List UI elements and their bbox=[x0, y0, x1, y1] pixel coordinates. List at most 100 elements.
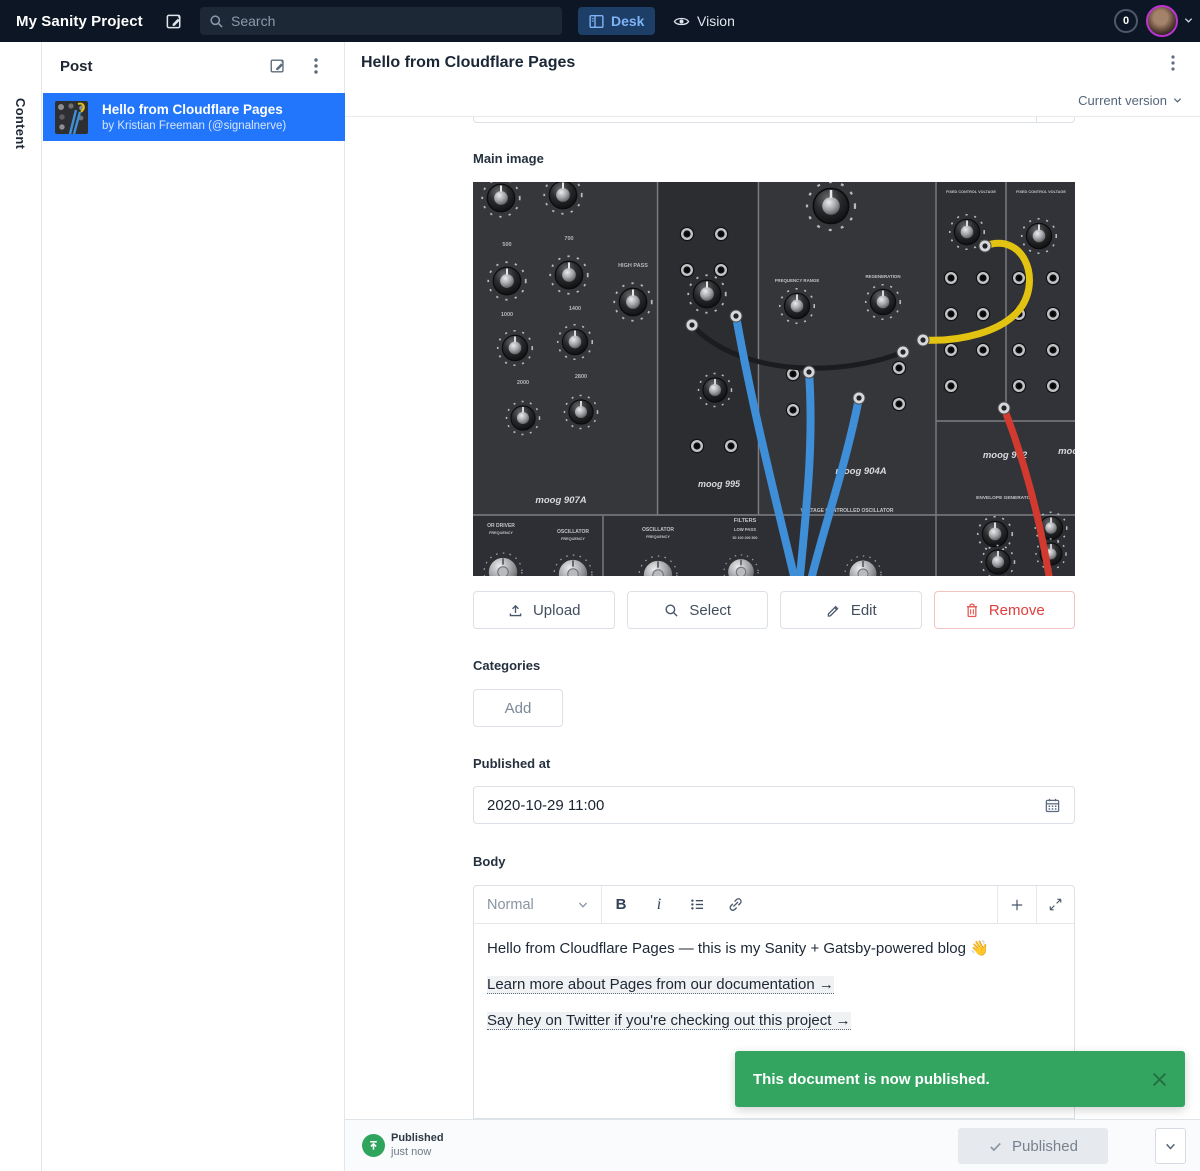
slug-field-partial[interactable] bbox=[473, 117, 1075, 123]
chevron-down-icon bbox=[1173, 96, 1182, 105]
sanity-studio-app: My Sanity Project Desk Vision 0 bbox=[0, 0, 1200, 1171]
list-item-title: Hello from Cloudflare Pages bbox=[102, 102, 286, 117]
svg-text:FREQUENCY RANGE: FREQUENCY RANGE bbox=[775, 278, 820, 283]
document-list-pane: Post Hello from Cloudflare Pages by Kris… bbox=[43, 42, 345, 1171]
link-button[interactable] bbox=[716, 886, 754, 923]
svg-text:ENVELOPE GENERATOR: ENVELOPE GENERATOR bbox=[976, 495, 1034, 501]
kebab-menu-icon[interactable] bbox=[1162, 52, 1184, 74]
search-icon bbox=[209, 14, 224, 29]
list-pane-header: Post bbox=[43, 42, 344, 90]
close-icon[interactable] bbox=[1152, 1072, 1167, 1087]
svg-text:2800: 2800 bbox=[575, 374, 587, 380]
global-search bbox=[200, 7, 562, 35]
success-toast: This document is now published. bbox=[735, 1051, 1185, 1107]
document-title: Hello from Cloudflare Pages bbox=[361, 54, 575, 72]
svg-text:FILTERS: FILTERS bbox=[734, 518, 757, 524]
chevron-down-icon[interactable] bbox=[1184, 16, 1193, 25]
body-paragraph: Say hey on Twitter if you're checking ou… bbox=[487, 1009, 1061, 1032]
add-category-button[interactable]: Add bbox=[473, 689, 563, 727]
field-label-main-image: Main image bbox=[473, 151, 544, 166]
kebab-menu-icon[interactable] bbox=[305, 55, 327, 77]
svg-text:OSCILLATOR: OSCILLATOR bbox=[557, 529, 589, 535]
field-label-categories: Categories bbox=[473, 658, 540, 673]
calendar-icon[interactable] bbox=[1044, 797, 1061, 814]
field-label-published-at: Published at bbox=[473, 756, 550, 771]
published-at-input[interactable] bbox=[487, 797, 1044, 814]
svg-text:700: 700 bbox=[564, 236, 573, 242]
body-paragraph: Learn more about Pages from our document… bbox=[487, 973, 1061, 996]
image-actions: Upload Select Edit bbox=[473, 591, 1075, 629]
svg-text:moog: moog bbox=[1058, 446, 1075, 457]
bullet-list-icon bbox=[689, 896, 706, 913]
search-icon bbox=[663, 602, 680, 619]
top-navbar: My Sanity Project Desk Vision 0 bbox=[0, 0, 1200, 42]
body-link[interactable]: Say hey on Twitter if you're checking ou… bbox=[487, 1012, 851, 1030]
version-label: Current version bbox=[1078, 93, 1167, 108]
svg-text:FIXED CONTROL VOLTAGE: FIXED CONTROL VOLTAGE bbox=[1016, 190, 1066, 194]
svg-text:FREQUENCY: FREQUENCY bbox=[646, 535, 670, 539]
tab-desk[interactable]: Desk bbox=[578, 7, 655, 35]
publish-status-icon bbox=[362, 1134, 385, 1157]
publish-menu-button[interactable] bbox=[1155, 1128, 1186, 1164]
notifications-badge[interactable]: 0 bbox=[1114, 9, 1138, 33]
italic-button[interactable]: i bbox=[640, 886, 678, 923]
bold-button[interactable]: B bbox=[602, 886, 640, 923]
list-item-subtitle: by Kristian Freeman (@signalnerve) bbox=[102, 120, 286, 132]
main-image-preview[interactable]: 50070010001400 20002800HIGH PASS moog 90… bbox=[473, 182, 1075, 576]
create-new-button[interactable] bbox=[267, 55, 289, 77]
text-style-select[interactable]: Normal bbox=[474, 886, 602, 923]
document-header: Hello from Cloudflare Pages bbox=[345, 42, 1200, 84]
expand-icon[interactable] bbox=[1036, 886, 1074, 923]
tab-vision[interactable]: Vision bbox=[662, 7, 746, 35]
list-item-thumbnail bbox=[55, 101, 88, 134]
chevron-down-icon bbox=[578, 900, 588, 910]
svg-text:50 100 200 500: 50 100 200 500 bbox=[733, 536, 758, 540]
editor-toolbar: Normal B i bbox=[474, 886, 1074, 924]
chevron-down-icon bbox=[1165, 1141, 1176, 1152]
desk-tab-label: Desk bbox=[611, 13, 644, 29]
eye-icon bbox=[673, 13, 690, 30]
editor-content[interactable]: Hello from Cloudflare Pages — this is my… bbox=[474, 924, 1074, 1058]
document-pane: Hello from Cloudflare Pages Current vers… bbox=[345, 42, 1200, 1171]
svg-text:HIGH PASS: HIGH PASS bbox=[618, 263, 648, 269]
list-item[interactable]: Hello from Cloudflare Pages by Kristian … bbox=[43, 93, 345, 141]
svg-text:1000: 1000 bbox=[501, 312, 513, 318]
tool-rail: Content bbox=[0, 42, 42, 1171]
status-title: Published bbox=[391, 1132, 444, 1144]
field-label-body: Body bbox=[473, 854, 506, 869]
upload-icon bbox=[507, 602, 524, 619]
svg-text:moog 995: moog 995 bbox=[698, 479, 741, 489]
svg-text:FREQUENCY: FREQUENCY bbox=[561, 537, 585, 541]
body-link[interactable]: Learn more about Pages from our document… bbox=[487, 976, 834, 994]
plus-icon bbox=[1009, 897, 1025, 913]
upload-button[interactable]: Upload bbox=[473, 591, 615, 629]
pencil-icon bbox=[825, 602, 842, 619]
edit-button[interactable]: Edit bbox=[780, 591, 922, 629]
published-at-field bbox=[473, 786, 1075, 824]
link-icon bbox=[727, 896, 744, 913]
svg-text:moog 907A: moog 907A bbox=[535, 495, 586, 506]
toast-message: This document is now published. bbox=[753, 1071, 990, 1088]
svg-text:VOLTAGE CONTROLLED OSCILLATOR: VOLTAGE CONTROLLED OSCILLATOR bbox=[801, 508, 894, 514]
bullet-list-button[interactable] bbox=[678, 886, 716, 923]
svg-text:FIXED CONTROL VOLTAGE: FIXED CONTROL VOLTAGE bbox=[946, 190, 996, 194]
status-timestamp: just now bbox=[391, 1146, 444, 1158]
rail-item-content[interactable]: Content bbox=[13, 98, 28, 149]
svg-text:1400: 1400 bbox=[569, 306, 581, 312]
svg-text:OSCILLATOR: OSCILLATOR bbox=[642, 527, 674, 533]
new-document-button[interactable] bbox=[163, 10, 185, 32]
version-selector[interactable]: Current version bbox=[345, 84, 1200, 117]
svg-text:FREQUENCY: FREQUENCY bbox=[489, 531, 513, 535]
document-footer: Published just now Published bbox=[345, 1119, 1200, 1171]
svg-text:500: 500 bbox=[502, 242, 511, 248]
user-avatar[interactable] bbox=[1146, 5, 1178, 37]
select-button[interactable]: Select bbox=[627, 591, 769, 629]
remove-button[interactable]: Remove bbox=[934, 591, 1076, 629]
search-input[interactable] bbox=[231, 13, 531, 29]
publish-button[interactable]: Published bbox=[958, 1128, 1108, 1164]
synthesizer-photo: 50070010001400 20002800HIGH PASS moog 90… bbox=[473, 182, 1075, 576]
project-title: My Sanity Project bbox=[16, 13, 143, 30]
insert-block-button[interactable] bbox=[998, 886, 1036, 923]
compose-icon bbox=[165, 12, 184, 31]
desk-icon bbox=[589, 14, 604, 29]
